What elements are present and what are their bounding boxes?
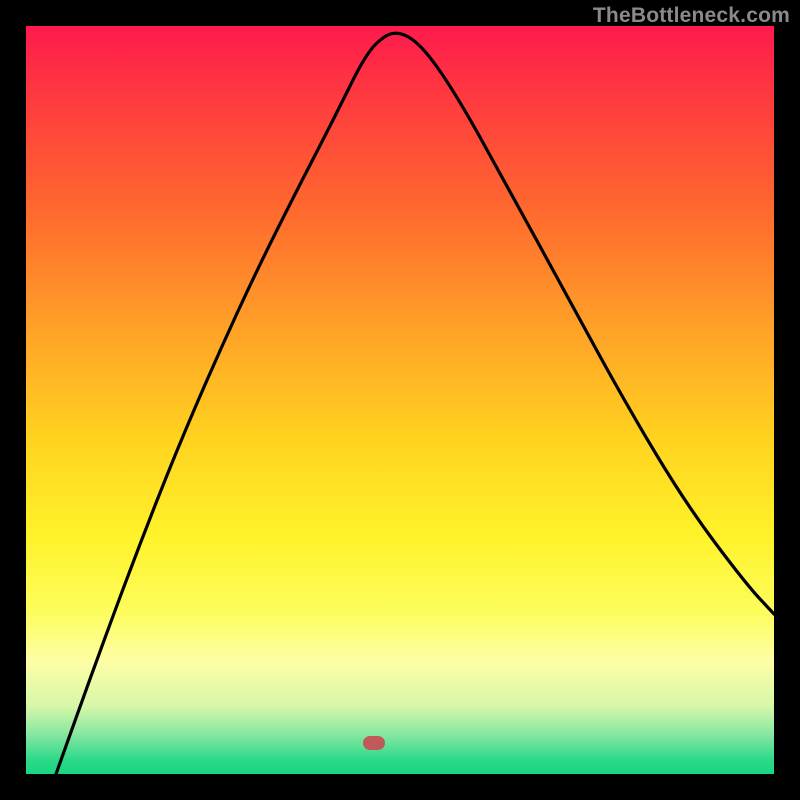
plot-area	[26, 26, 774, 774]
optimum-marker	[363, 736, 385, 750]
watermark-text: TheBottleneck.com	[593, 4, 790, 28]
